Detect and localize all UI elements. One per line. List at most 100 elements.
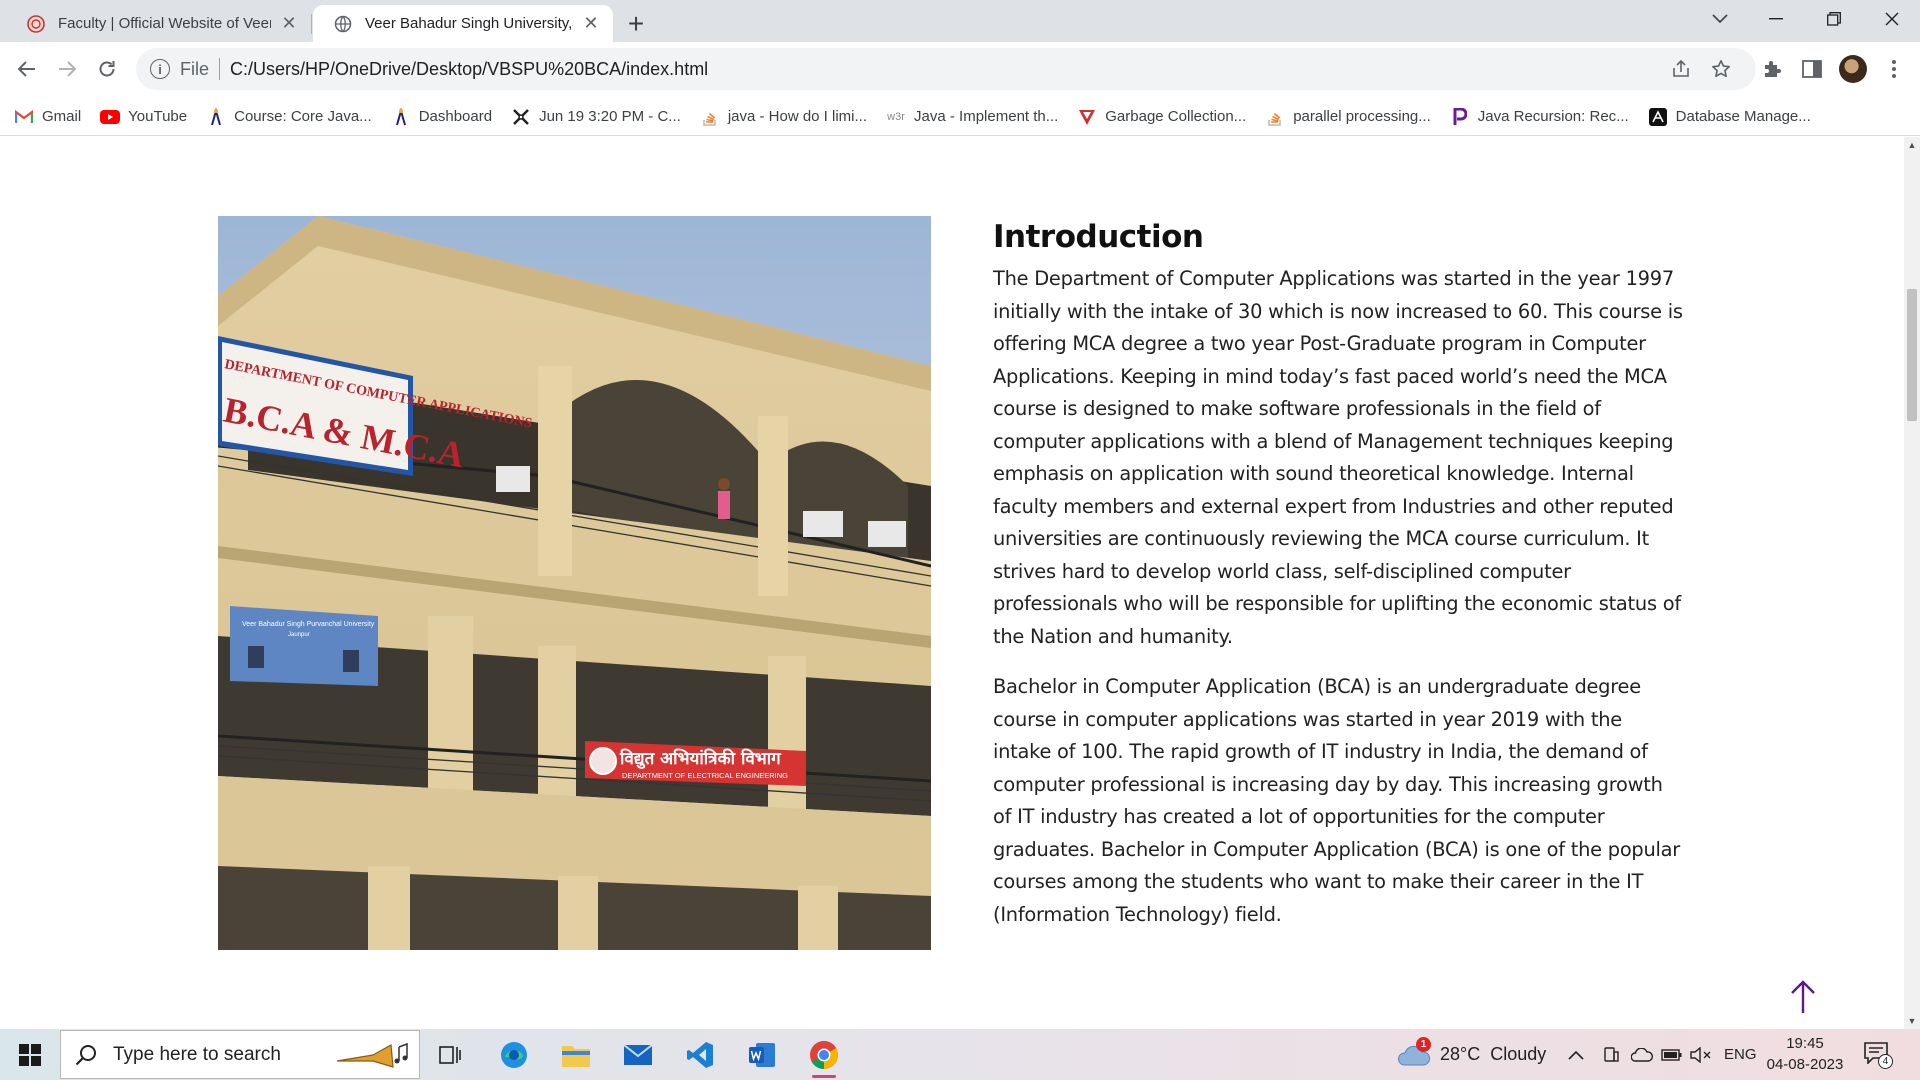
geeks-icon	[1077, 108, 1097, 126]
clock-time: 19:45	[1786, 1035, 1824, 1052]
language-indicator[interactable]: ENG	[1724, 1029, 1757, 1080]
back-to-top-arrow-icon[interactable]	[1788, 979, 1818, 1015]
p-icon	[1450, 107, 1470, 126]
extensions-puzzle-icon[interactable]	[1756, 53, 1788, 85]
chrome-icon	[810, 1040, 838, 1069]
scrollbar-thumb[interactable]	[1907, 289, 1917, 421]
back-button[interactable]	[10, 52, 44, 86]
moodle-icon	[206, 107, 226, 126]
browser-tab-strip: Faculty | Official Website of Veer ✕ Vee…	[0, 0, 1920, 42]
volume-muted-icon[interactable]	[1690, 1029, 1712, 1080]
introduction-section: Introduction The Department of Computer …	[993, 219, 1683, 931]
bookmark-label: Java - Implement th...	[914, 108, 1059, 125]
new-tab-button[interactable]: +	[620, 8, 652, 40]
bookmark-java-limit[interactable]: java - How do I limi...	[700, 108, 867, 126]
intro-paragraph-bca: Bachelor in Computer Application (BCA) i…	[993, 675, 1681, 926]
weather-condition: Cloudy	[1490, 1044, 1547, 1064]
mail-icon	[623, 1043, 653, 1065]
bookmark-garbage-collection[interactable]: Garbage Collection...	[1077, 108, 1246, 126]
stackoverflow-icon	[700, 108, 720, 126]
profile-avatar[interactable]	[1837, 53, 1869, 85]
close-window-button[interactable]	[1864, 0, 1920, 38]
mail-app[interactable]	[610, 1029, 666, 1080]
windows-start-button[interactable]	[0, 1029, 60, 1080]
bookmark-jun-19[interactable]: Jun 19 3:20 PM - C...	[511, 108, 681, 126]
bookmark-label: Jun 19 3:20 PM - C...	[539, 108, 681, 125]
notification-count-badge: 4	[1878, 1053, 1893, 1069]
minimize-button[interactable]	[1748, 0, 1804, 38]
reload-button[interactable]	[90, 52, 124, 86]
url-text[interactable]: C:/Users/HP/OneDrive/Desktop/VBSPU%20BCA…	[230, 59, 708, 80]
word-icon	[749, 1042, 775, 1067]
taskbar-search-box[interactable]	[60, 1030, 420, 1079]
tab-faculty[interactable]: Faculty | Official Website of Veer ✕	[6, 5, 311, 42]
folder-icon	[562, 1045, 590, 1067]
notification-center-button[interactable]: 4	[1864, 1029, 1893, 1080]
bookmark-java-implement[interactable]: w3r Java - Implement th...	[886, 108, 1058, 126]
word-app[interactable]	[734, 1029, 790, 1080]
windows-logo-icon	[19, 1043, 41, 1066]
bookmarks-bar: Gmail YouTube Course: Core Java... Dashb…	[0, 98, 1920, 136]
introduction-heading: Introduction	[993, 219, 1204, 255]
bookmark-label: Gmail	[42, 108, 82, 125]
search-icon	[75, 1044, 96, 1065]
forward-button[interactable]	[50, 52, 84, 86]
bookmark-star-icon[interactable]	[1704, 48, 1738, 90]
side-panel-icon[interactable]	[1796, 53, 1828, 85]
show-hidden-icons-chevron-icon[interactable]	[1568, 1029, 1584, 1080]
bookmark-database[interactable]: Database Manage...	[1648, 107, 1811, 126]
trumpet-doodle-icon	[336, 1042, 408, 1068]
divider	[219, 58, 221, 80]
vscode-app[interactable]	[672, 1029, 728, 1080]
tab-title: Veer Bahadur Singh University,Ja	[365, 15, 573, 32]
share-icon[interactable]	[1664, 48, 1698, 90]
clock-date: 04-08-2023	[1766, 1056, 1844, 1073]
edge-app[interactable]	[486, 1029, 542, 1080]
close-tab-icon[interactable]: ✕	[277, 12, 301, 36]
bookmark-label: java - How do I limi...	[727, 108, 868, 125]
tab-search-chevron-icon[interactable]	[1692, 0, 1748, 38]
site-info-icon[interactable]: i	[150, 59, 170, 79]
address-bar[interactable]: i File C:/Users/HP/OneDrive/Desktop/VBSP…	[136, 48, 1756, 90]
kebab-menu-icon[interactable]	[1878, 53, 1910, 85]
page-viewport: DEPARTMENT OF COMPUTER APPLICATIONS B.C.…	[0, 137, 1904, 1029]
edge-icon	[501, 1041, 527, 1068]
tab-vbspu[interactable]: Veer Bahadur Singh University,Ja ✕	[313, 5, 613, 42]
youtube-icon	[100, 108, 121, 126]
windows-taskbar: 1 28°C Cloudy ENG 19:45 04-08-2023 4	[0, 1029, 1920, 1080]
vscode-icon	[687, 1041, 713, 1068]
globe-icon	[333, 14, 353, 34]
bookmark-label: parallel processing...	[1293, 108, 1431, 125]
link-icon	[511, 108, 531, 126]
university-logo-icon	[26, 14, 46, 34]
bookmark-gmail[interactable]: Gmail	[14, 108, 81, 126]
scroll-down-arrow-icon[interactable]: ▼	[1904, 1013, 1920, 1029]
scroll-up-arrow-icon[interactable]: ▲	[1904, 137, 1920, 153]
search-input[interactable]	[113, 1043, 333, 1066]
avatar	[1839, 55, 1867, 83]
battery-icon[interactable]	[1661, 1029, 1683, 1080]
bookmark-label: Course: Core Java...	[234, 108, 372, 125]
restore-button[interactable]	[1806, 0, 1862, 38]
chrome-app[interactable]	[796, 1029, 852, 1080]
cloud-weather-icon: 1	[1398, 1036, 1432, 1069]
bookmark-dashboard[interactable]: Dashboard	[391, 107, 492, 126]
notification-icon: 4	[1864, 1041, 1893, 1069]
onedrive-cloud-icon[interactable]	[1631, 1029, 1653, 1080]
bookmark-parallel-processing[interactable]: parallel processing...	[1265, 108, 1431, 126]
close-tab-icon[interactable]: ✕	[579, 12, 603, 36]
board-title-text: Veer Bahadur Singh Purvanchal University	[242, 621, 375, 628]
system-clock[interactable]: 19:45 04-08-2023	[1762, 1033, 1848, 1075]
weather-widget[interactable]: 1 28°C Cloudy	[1398, 1029, 1546, 1080]
weather-temp: 28°C	[1440, 1044, 1481, 1064]
bookmark-core-java[interactable]: Course: Core Java...	[206, 107, 372, 126]
bookmark-label: Garbage Collection...	[1105, 108, 1247, 125]
task-view-button[interactable]	[422, 1029, 478, 1080]
device-icon[interactable]	[1602, 1029, 1620, 1080]
bookmark-youtube[interactable]: YouTube	[100, 108, 187, 126]
url-scheme: File	[180, 58, 210, 79]
bookmark-java-recursion[interactable]: Java Recursion: Rec...	[1450, 107, 1629, 126]
db-icon	[1648, 107, 1668, 126]
page-scrollbar[interactable]: ▲ ▼	[1904, 137, 1920, 1029]
file-explorer-app[interactable]	[548, 1029, 604, 1080]
